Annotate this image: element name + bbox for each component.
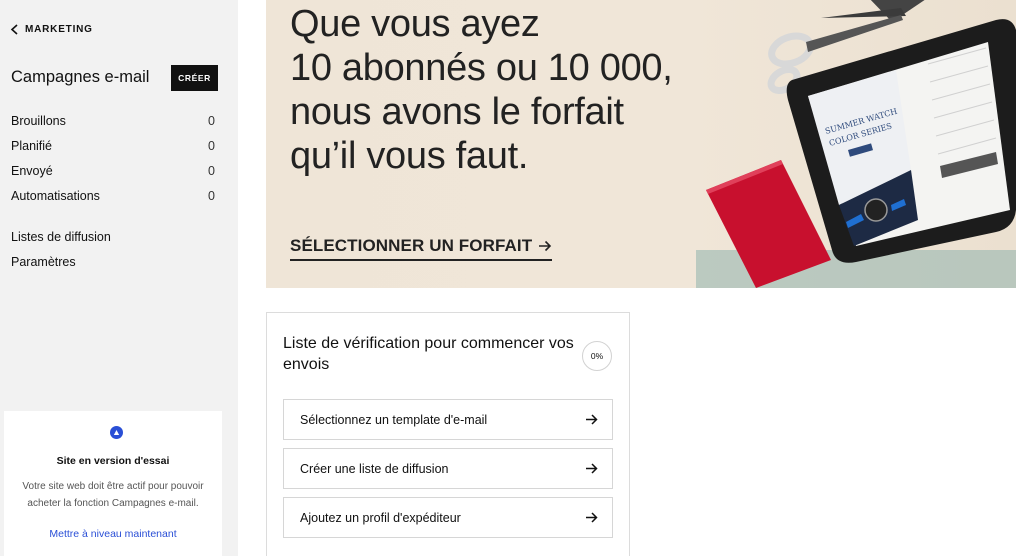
sidebar-item-label: Listes de diffusion [11,230,111,244]
checklist-item-add-sender[interactable]: Ajoutez un profil d'expéditeur [283,497,613,538]
checklist-item-create-list[interactable]: Créer une liste de diffusion [283,448,613,489]
arrow-right-icon [586,512,598,523]
sidebar-item-settings[interactable]: Paramètres [11,255,215,269]
sidebar-item-count: 0 [208,139,215,153]
tablet-illustration: SUMMER WATCH COLOR SERIES [786,19,1016,263]
headline-line: 10 abonnés ou 10 000, [290,47,673,89]
select-plan-link[interactable]: SÉLECTIONNER UN FORFAIT [290,236,553,261]
sidebar-item-label: Planifié [11,139,52,153]
banner-headline: Que vous ayez 10 abonnés ou 10 000, nous… [290,2,730,178]
sidebar-item-label: Envoyé [11,164,53,178]
sidebar-item-automations[interactable]: Automatisations 0 [11,189,215,203]
trial-title: Site en version d'essai [56,455,170,467]
sidebar-item-scheduled[interactable]: Planifié 0 [11,139,215,153]
sidebar-item-label: Automatisations [11,189,100,203]
trial-notice-card: Site en version d'essai Votre site web d… [4,411,222,556]
headline-line: qu’il vous faut. [290,135,529,177]
checklist-item-select-template[interactable]: Sélectionnez un template d'e-mail [283,399,613,440]
watch-icon [864,198,888,222]
promo-banner: Que vous ayez 10 abonnés ou 10 000, nous… [266,0,1016,288]
sidebar-item-count: 0 [208,189,215,203]
trial-description: Votre site web doit être actif pour pouv… [22,481,204,509]
sidebar-item-count: 0 [208,114,215,128]
arrow-right-icon [586,463,598,474]
select-plan-label: SÉLECTIONNER UN FORFAIT [290,236,533,255]
checklist-item-label: Créer une liste de diffusion [300,461,449,476]
back-link-label: MARKETING [25,24,93,35]
checklist-progress-badge: 0% [582,341,612,371]
sidebar-item-mailing-lists[interactable]: Listes de diffusion [11,230,215,244]
warning-triangle-icon [110,426,123,439]
product-illustration: SUMMER WATCH COLOR SERIES [696,0,1016,288]
arrow-right-icon [586,414,598,425]
sidebar-item-drafts[interactable]: Brouillons 0 [11,114,215,128]
back-to-marketing-link[interactable]: MARKETING [10,24,93,35]
create-button[interactable]: CRÉER [171,65,218,91]
page-title: Campagnes e-mail [11,68,150,86]
arrow-right-icon [539,240,552,252]
headline-line: nous avons le forfait [290,91,624,133]
sidebar-item-label: Brouillons [11,114,66,128]
sidebar: MARKETING Campagnes e-mail CRÉER Brouill… [0,0,238,556]
sidebar-item-label: Paramètres [11,255,76,269]
checklist-item-label: Ajoutez un profil d'expéditeur [300,510,461,525]
headline-line: Que vous ayez [290,3,540,45]
sidebar-item-count: 0 [208,164,215,178]
chevron-left-icon [10,24,18,35]
checklist-item-label: Sélectionnez un template d'e-mail [300,412,488,427]
getting-started-checklist: Liste de vérification pour commencer vos… [266,312,630,556]
sidebar-item-sent[interactable]: Envoyé 0 [11,164,215,178]
checklist-title: Liste de vérification pour commencer vos… [283,335,574,373]
upgrade-now-link[interactable]: Mettre à niveau maintenant [4,528,222,540]
